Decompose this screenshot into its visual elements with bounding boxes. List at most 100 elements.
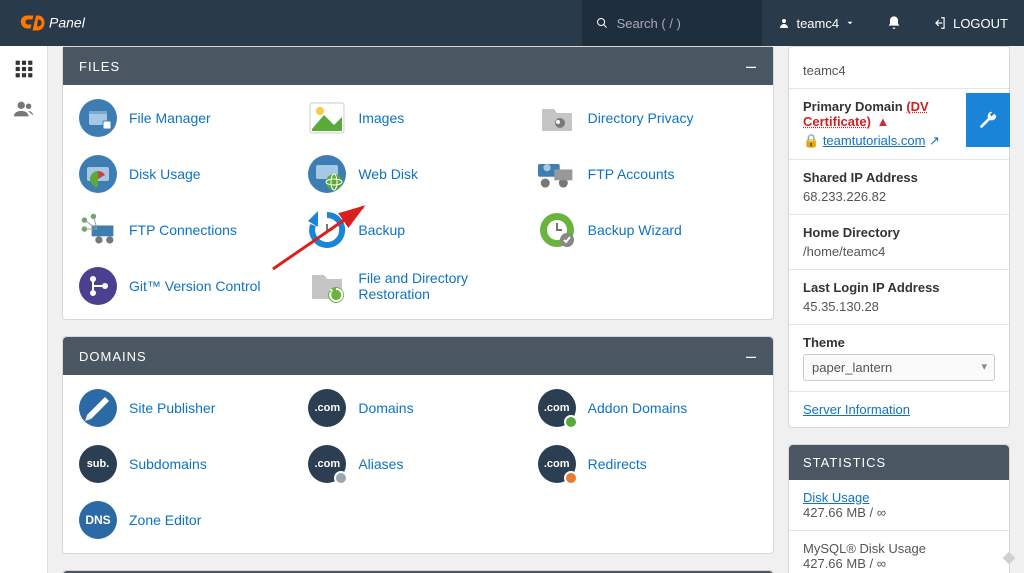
stat-disk-usage-label[interactable]: Disk Usage bbox=[803, 490, 869, 505]
item-file-restoration[interactable]: File and Directory Restoration bbox=[308, 267, 527, 305]
item-label: File and Directory Restoration bbox=[358, 270, 527, 302]
item-label: Images bbox=[358, 110, 404, 126]
main-content: FILES – File Manager bbox=[48, 46, 788, 573]
logout-icon bbox=[933, 16, 947, 30]
username-label: teamc4 bbox=[796, 16, 839, 31]
server-info-link[interactable]: Server Information bbox=[803, 402, 910, 417]
primary-domain-link[interactable]: teamtutorials.com bbox=[823, 133, 926, 148]
item-file-manager[interactable]: File Manager bbox=[79, 99, 298, 137]
item-domains[interactable]: .com Domains bbox=[308, 389, 527, 427]
cpanel-logo-icon: Panel bbox=[18, 8, 118, 38]
search-box[interactable] bbox=[582, 0, 762, 46]
users-icon bbox=[13, 100, 35, 118]
theme-select[interactable]: paper_lantern bbox=[803, 354, 995, 381]
item-backup-wizard[interactable]: Backup Wizard bbox=[538, 211, 757, 249]
item-label: Redirects bbox=[588, 456, 647, 472]
domains-icon: .com bbox=[308, 389, 346, 427]
item-label: Directory Privacy bbox=[588, 110, 694, 126]
warning-icon: ▲ bbox=[877, 114, 890, 129]
panel-domains-head[interactable]: DOMAINS – bbox=[63, 337, 773, 375]
home-dir-label: Home Directory bbox=[803, 225, 995, 240]
bell-icon bbox=[886, 15, 902, 31]
primary-domain-label: Primary Domain bbox=[803, 99, 903, 114]
panel-domains: DOMAINS – Site Publisher .com Domains .c… bbox=[62, 336, 774, 554]
shared-ip-label: Shared IP Address bbox=[803, 170, 995, 185]
wrench-icon bbox=[977, 109, 999, 131]
logout-label: LOGOUT bbox=[953, 16, 1008, 31]
last-login-value: 45.35.130.28 bbox=[803, 299, 995, 314]
item-aliases[interactable]: .com Aliases bbox=[308, 445, 527, 483]
search-input[interactable] bbox=[617, 16, 749, 31]
current-user-value: teamc4 bbox=[803, 63, 995, 78]
corner-widget[interactable] bbox=[994, 543, 1024, 573]
top-bar: Panel teamc4 LOGOUT bbox=[0, 0, 1024, 46]
item-label: FTP Connections bbox=[129, 222, 237, 238]
item-git-version-control[interactable]: Git™ Version Control bbox=[79, 267, 298, 305]
logout-button[interactable]: LOGOUT bbox=[917, 0, 1024, 46]
item-label: Aliases bbox=[358, 456, 403, 472]
panel-files-title: FILES bbox=[79, 59, 120, 74]
lock-icon: 🔒 bbox=[803, 133, 819, 148]
collapse-icon[interactable]: – bbox=[746, 57, 757, 75]
nav-users[interactable] bbox=[10, 98, 38, 120]
home-dir-value: /home/teamc4 bbox=[803, 244, 995, 259]
item-label: Domains bbox=[358, 400, 413, 416]
subdomains-icon: sub. bbox=[79, 445, 117, 483]
nav-home[interactable] bbox=[10, 58, 38, 80]
notifications-button[interactable] bbox=[871, 0, 917, 46]
item-images[interactable]: Images bbox=[308, 99, 527, 137]
item-web-disk[interactable]: Web Disk bbox=[308, 155, 527, 193]
general-info-card: teamc4 Primary Domain (DV Certificate) ▲… bbox=[788, 46, 1010, 428]
aliases-icon: .com bbox=[308, 445, 346, 483]
item-label: Site Publisher bbox=[129, 400, 215, 416]
item-directory-privacy[interactable]: Directory Privacy bbox=[538, 99, 757, 137]
item-label: Backup Wizard bbox=[588, 222, 682, 238]
item-ftp-accounts[interactable]: FTP Accounts bbox=[538, 155, 757, 193]
addon-domains-icon: .com bbox=[538, 389, 576, 427]
item-label: File Manager bbox=[129, 110, 211, 126]
file-restoration-icon bbox=[308, 267, 346, 305]
item-zone-editor[interactable]: DNS Zone Editor bbox=[79, 501, 298, 539]
item-label: Disk Usage bbox=[129, 166, 201, 182]
user-icon bbox=[778, 17, 790, 29]
item-disk-usage[interactable]: Disk Usage bbox=[79, 155, 298, 193]
images-icon bbox=[308, 99, 346, 137]
item-addon-domains[interactable]: .com Addon Domains bbox=[538, 389, 757, 427]
right-column: teamc4 Primary Domain (DV Certificate) ▲… bbox=[788, 46, 1024, 573]
item-site-publisher[interactable]: Site Publisher bbox=[79, 389, 298, 427]
redirects-icon: .com bbox=[538, 445, 576, 483]
item-backup[interactable]: Backup bbox=[308, 211, 527, 249]
item-label: Subdomains bbox=[129, 456, 207, 472]
panel-domains-title: DOMAINS bbox=[79, 349, 147, 364]
item-label: Backup bbox=[358, 222, 405, 238]
panel-files-head[interactable]: FILES – bbox=[63, 47, 773, 85]
item-label: Zone Editor bbox=[129, 512, 201, 528]
stat-mysql-value: 427.66 MB / ∞ bbox=[803, 556, 995, 571]
file-manager-icon bbox=[79, 99, 117, 137]
zone-editor-icon: DNS bbox=[79, 501, 117, 539]
stat-disk-usage-value: 427.66 MB / ∞ bbox=[803, 505, 995, 520]
item-label: Git™ Version Control bbox=[129, 278, 261, 294]
item-subdomains[interactable]: sub. Subdomains bbox=[79, 445, 298, 483]
collapse-icon[interactable]: – bbox=[746, 347, 757, 365]
ftp-connections-icon bbox=[79, 211, 117, 249]
item-label: FTP Accounts bbox=[588, 166, 675, 182]
statistics-card: STATISTICS Disk Usage 427.66 MB / ∞ MySQ… bbox=[788, 444, 1010, 573]
item-redirects[interactable]: .com Redirects bbox=[538, 445, 757, 483]
git-icon bbox=[79, 267, 117, 305]
svg-text:Panel: Panel bbox=[49, 15, 86, 31]
ftp-accounts-icon bbox=[538, 155, 576, 193]
user-menu[interactable]: teamc4 bbox=[762, 0, 871, 46]
item-ftp-connections[interactable]: FTP Connections bbox=[79, 211, 298, 249]
chevron-down-icon bbox=[845, 18, 855, 28]
stat-mysql-label: MySQL® Disk Usage bbox=[803, 541, 995, 556]
disk-usage-icon bbox=[79, 155, 117, 193]
tools-tab[interactable] bbox=[966, 93, 1010, 147]
backup-wizard-icon bbox=[538, 211, 576, 249]
external-link-icon: ↗ bbox=[929, 133, 940, 148]
last-login-label: Last Login IP Address bbox=[803, 280, 995, 295]
brand-logo[interactable]: Panel bbox=[0, 8, 136, 38]
apps-grid-icon bbox=[14, 59, 34, 79]
item-label: Addon Domains bbox=[588, 400, 688, 416]
statistics-head: STATISTICS bbox=[789, 445, 1009, 480]
